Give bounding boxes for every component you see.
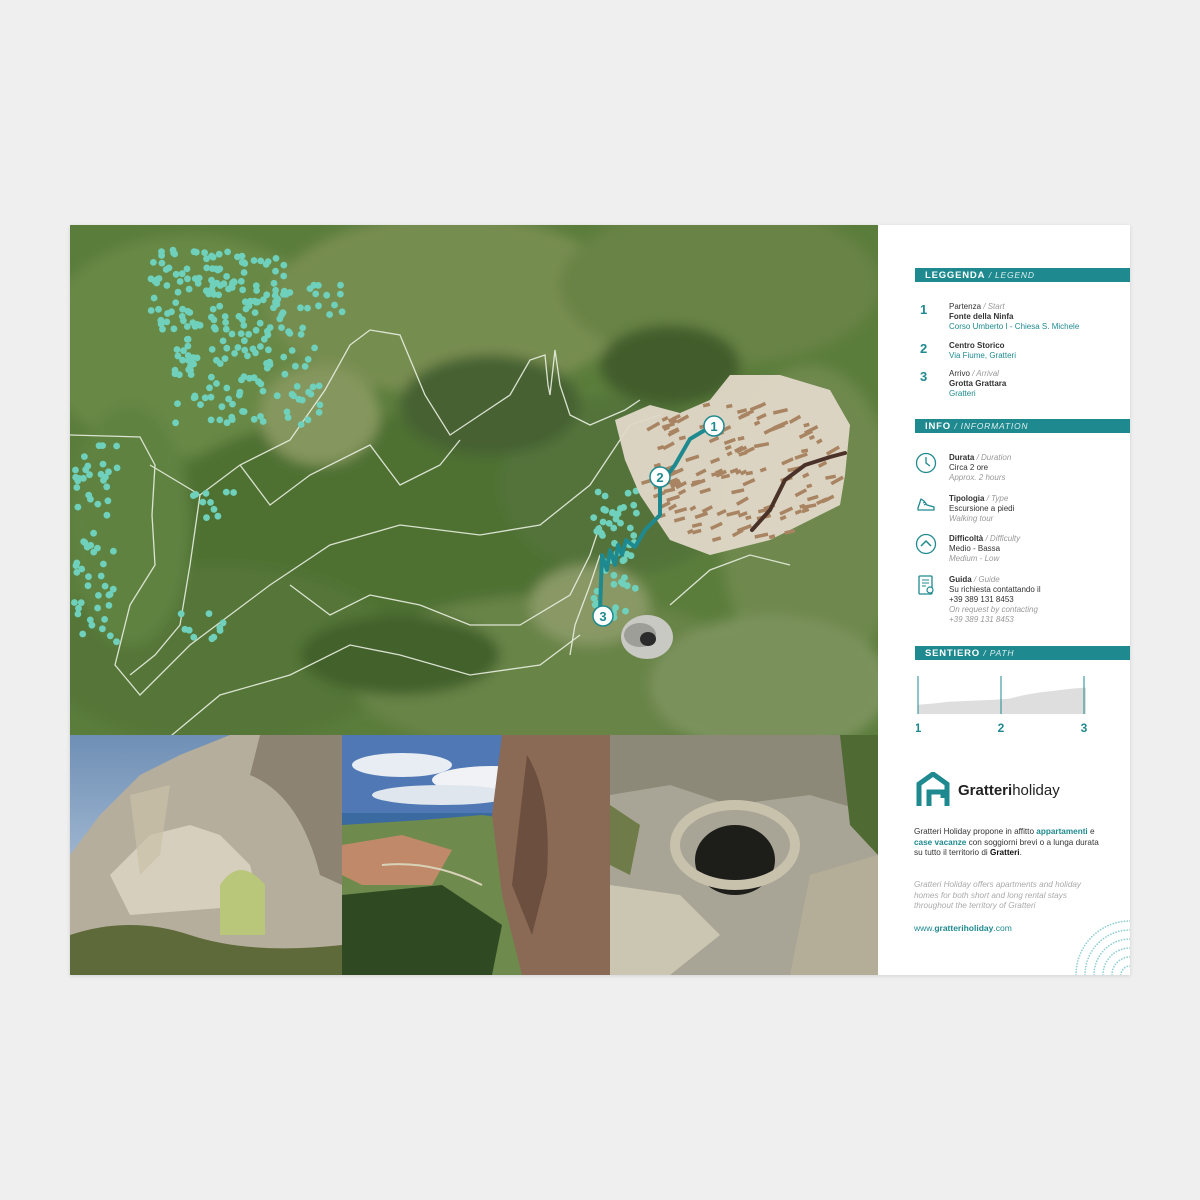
- cave-thumbnail: [621, 615, 673, 659]
- path-point-1: 1: [916, 721, 922, 735]
- trail-map[interactable]: 1 2 3: [70, 225, 878, 735]
- brochure-sheet: 1 2 3 LEGGENDA / LEGEND 1 Partenza / Sta…: [70, 225, 1130, 975]
- clock-icon: [915, 452, 937, 474]
- marker-1-label: 1: [710, 419, 717, 434]
- path-point-2: 2: [998, 721, 1005, 735]
- path-header: SENTIERO / PATH: [915, 646, 1130, 660]
- marker-3[interactable]: 3: [592, 605, 614, 627]
- legend-item-3: Arrivo / Arrival Grotta Grattara Gratter…: [949, 369, 1007, 398]
- legend-num-1: 1: [920, 302, 928, 317]
- website-link[interactable]: www.gratteriholiday.com: [914, 923, 1012, 933]
- info-type: Tipologia / Type Escursione a piedi Walk…: [949, 494, 1015, 523]
- photo-cave: [610, 735, 878, 975]
- marker-3-label: 3: [599, 609, 606, 624]
- marker-1[interactable]: 1: [703, 415, 725, 437]
- marker-2-label: 2: [656, 470, 663, 485]
- info-duration: Durata / Duration Circa 2 ore Approx. 2 …: [949, 453, 1012, 482]
- info-panel: LEGGENDA / LEGEND 1 Partenza / Start Fon…: [878, 225, 1130, 975]
- legend-header: LEGGENDA / LEGEND: [915, 268, 1130, 282]
- legend-num-3: 3: [920, 369, 928, 384]
- elevation-profile: 1 2 3: [916, 676, 1088, 735]
- dotted-circle-decoration: [1075, 920, 1130, 975]
- info-header: INFO / INFORMATION: [915, 419, 1130, 433]
- photo-town-view: [342, 735, 610, 975]
- elevation-area: [918, 687, 1086, 714]
- marker-2[interactable]: 2: [649, 466, 671, 488]
- chevron-up-icon: [915, 533, 937, 555]
- legend-item-2: Centro Storico Via Fiume, Gratteri: [949, 341, 1016, 360]
- path-point-3: 3: [1081, 721, 1088, 735]
- map-terrain: 1 2 3: [70, 225, 878, 735]
- shoe-icon: [917, 498, 935, 511]
- guide-book-icon: [918, 575, 934, 595]
- photo-rock-arch: [70, 735, 342, 975]
- info-difficulty: Difficoltà / Difficulty Medio - Bassa Me…: [949, 534, 1021, 563]
- legend-item-1: Partenza / Start Fonte della Ninfa Corso…: [949, 302, 1080, 331]
- info-guide: Guida / Guide Su richiesta contattando i…: [949, 575, 1041, 624]
- brand-name: Gratteriholiday: [958, 782, 1060, 799]
- legend-num-2: 2: [920, 341, 928, 356]
- gratteri-logo-icon: [916, 772, 950, 806]
- brand-description: Gratteri Holiday propone in affitto appa…: [914, 827, 1099, 857]
